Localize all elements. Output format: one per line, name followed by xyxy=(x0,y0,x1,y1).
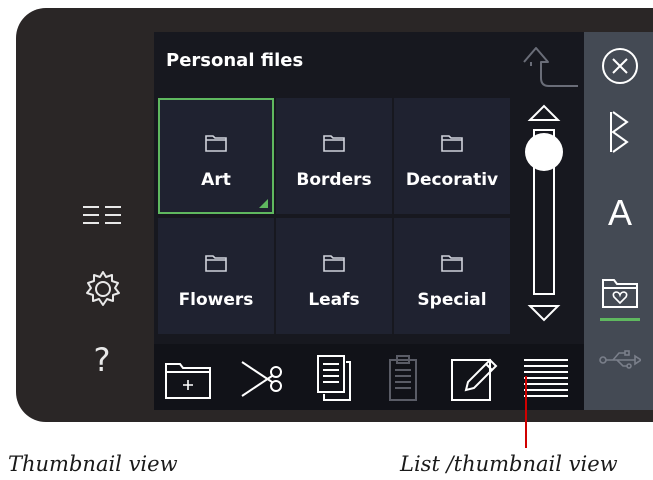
folder-icon xyxy=(323,135,345,152)
usb-icon xyxy=(584,350,653,370)
back-arrow-icon[interactable] xyxy=(514,38,584,98)
help-icon[interactable]: ? xyxy=(82,338,122,382)
list-thumbnail-view-icon[interactable] xyxy=(520,352,572,404)
active-indicator xyxy=(600,318,640,321)
folder-tile-decorative[interactable]: Decorativ xyxy=(394,98,510,214)
folder-icon xyxy=(205,255,227,272)
file-manager-icon[interactable] xyxy=(584,276,653,321)
folder-label: Leafs xyxy=(308,290,360,310)
folder-label: Special xyxy=(417,290,487,310)
right-sidebar: A xyxy=(584,32,653,410)
bottom-toolbar xyxy=(154,344,586,410)
folder-icon xyxy=(205,135,227,152)
folder-icon xyxy=(441,255,463,272)
settings-gear-icon[interactable] xyxy=(80,266,126,312)
folder-label: Flowers xyxy=(178,290,254,310)
close-icon[interactable] xyxy=(584,46,653,86)
folder-tile-borders[interactable]: Borders xyxy=(276,98,392,214)
cut-scissors-icon[interactable] xyxy=(234,352,286,404)
scroll-down-icon[interactable] xyxy=(527,305,561,322)
folder-tile-art[interactable]: Art xyxy=(158,98,274,214)
paste-clipboard-icon xyxy=(378,352,430,404)
folder-tile-flowers[interactable]: Flowers xyxy=(158,218,274,334)
panel-title: Personal files xyxy=(166,50,304,71)
folder-label: Art xyxy=(201,170,231,190)
selected-corner-marker xyxy=(259,199,268,208)
font-menu-icon[interactable]: A xyxy=(584,192,653,234)
folder-tile-special[interactable]: Special xyxy=(394,218,510,334)
list-icon[interactable] xyxy=(78,200,128,236)
folder-tile-leafs[interactable]: Leafs xyxy=(276,218,392,334)
scroll-thumb[interactable] xyxy=(525,133,563,171)
copy-icon[interactable] xyxy=(306,352,358,404)
callout-line xyxy=(525,376,527,448)
device-frame: ? Personal files Art Borders Decorativ F… xyxy=(16,8,653,422)
scrollbar[interactable] xyxy=(514,98,574,334)
stitch-menu-icon[interactable] xyxy=(584,110,653,154)
folder-label: Borders xyxy=(296,170,372,190)
font-letter: A xyxy=(607,192,632,233)
folder-label: Decorativ xyxy=(405,170,499,190)
folder-icon xyxy=(441,135,463,152)
caption-thumbnail-view: Thumbnail view xyxy=(8,452,178,476)
rename-pencil-icon[interactable] xyxy=(448,352,500,404)
help-label: ? xyxy=(93,341,111,379)
file-manager-screen: Personal files Art Borders Decorativ Flo… xyxy=(154,32,586,410)
scroll-up-icon[interactable] xyxy=(527,104,561,121)
caption-list-thumbnail-view: List /thumbnail view xyxy=(400,452,618,476)
folder-icon xyxy=(323,255,345,272)
new-folder-icon[interactable] xyxy=(162,352,214,404)
